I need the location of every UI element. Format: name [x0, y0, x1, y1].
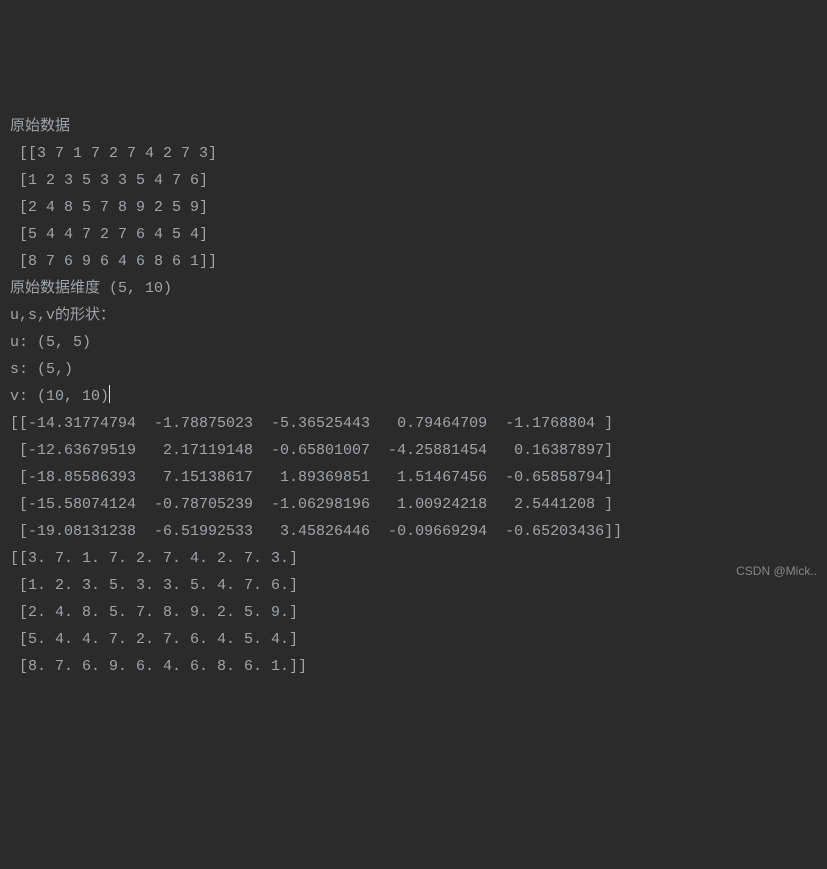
output-line: [8. 7. 6. 9. 6. 4. 6. 8. 6. 1.]]	[10, 653, 817, 680]
output-line: [-19.08131238 -6.51992533 3.45826446 -0.…	[10, 518, 817, 545]
output-line: v: (10, 10)	[10, 383, 817, 410]
text-cursor	[109, 385, 110, 403]
output-line: [1. 2. 3. 5. 3. 3. 5. 4. 7. 6.]	[10, 572, 817, 599]
output-line: u: (5, 5)	[10, 329, 817, 356]
output-line: [[3 7 1 7 2 7 4 2 7 3]	[10, 140, 817, 167]
output-line: [[3. 7. 1. 7. 2. 7. 4. 2. 7. 3.]	[10, 545, 817, 572]
watermark-text: CSDN @Mick..	[736, 558, 817, 585]
output-line: [8 7 6 9 6 4 6 8 6 1]]	[10, 248, 817, 275]
output-line: [-18.85586393 7.15138617 1.89369851 1.51…	[10, 464, 817, 491]
output-line: [-15.58074124 -0.78705239 -1.06298196 1.…	[10, 491, 817, 518]
output-line: 原始数据维度 (5, 10)	[10, 275, 817, 302]
output-line: [5. 4. 4. 7. 2. 7. 6. 4. 5. 4.]	[10, 626, 817, 653]
output-line: s: (5,)	[10, 356, 817, 383]
output-line: u,s,v的形状：	[10, 302, 817, 329]
output-line: 原始数据	[10, 113, 817, 140]
output-line: [-12.63679519 2.17119148 -0.65801007 -4.…	[10, 437, 817, 464]
terminal-output: 原始数据 [[3 7 1 7 2 7 4 2 7 3] [1 2 3 5 3 3…	[10, 113, 817, 680]
output-line: [2 4 8 5 7 8 9 2 5 9]	[10, 194, 817, 221]
output-line: [[-14.31774794 -1.78875023 -5.36525443 0…	[10, 410, 817, 437]
output-line: [5 4 4 7 2 7 6 4 5 4]	[10, 221, 817, 248]
output-line: [1 2 3 5 3 3 5 4 7 6]	[10, 167, 817, 194]
output-line: [2. 4. 8. 5. 7. 8. 9. 2. 5. 9.]	[10, 599, 817, 626]
